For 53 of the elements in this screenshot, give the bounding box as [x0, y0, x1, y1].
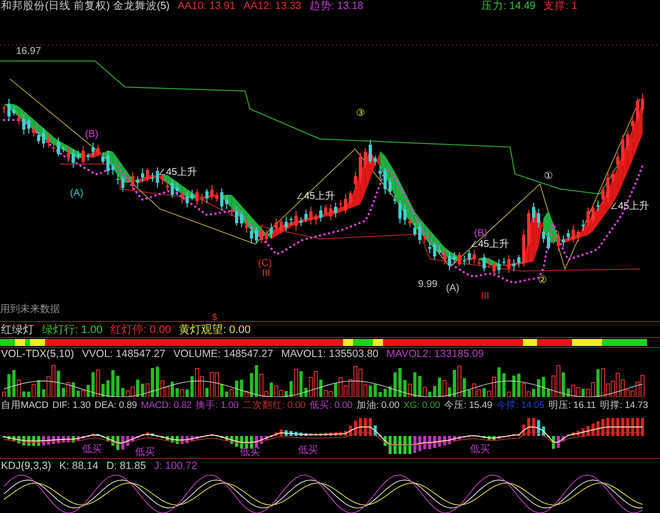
indicator-readout: DIF: 1.30 [52, 399, 91, 412]
dollar-marker: $ [212, 312, 218, 322]
indicator-readout: VVOL: 148547.27 [82, 348, 166, 361]
indicator-readout: 支撑: 1 [544, 0, 578, 13]
indicator-readout: MAVOL1: 135503.80 [281, 348, 379, 361]
chart-label: (C) [258, 258, 272, 269]
indicator-readout: 趋势: 13.18 [309, 0, 364, 13]
indicator-readout: 今撑: 14.05 [496, 399, 544, 412]
price-label: 16.97 [16, 46, 42, 57]
chart-label: (B) [85, 129, 98, 140]
chart-label: ∠45上升 [610, 201, 650, 212]
chart-label: 低买 [135, 447, 155, 458]
chart-label: (A) [446, 283, 460, 294]
indicator-readout: MACD: 0.82 [140, 399, 192, 412]
indicator-readout: 明压: 16.11 [548, 399, 596, 412]
indicator-readout: MAVOL2: 133185.09 [386, 348, 484, 361]
indicator-readout: 低买: 0.00 [309, 399, 352, 412]
indicator-readout: 明撑: 14.73 [600, 399, 648, 412]
indicator-readout: DEA: 0.89 [94, 399, 137, 412]
chart-label: 低买 [298, 445, 318, 456]
chart-label: ③ [356, 108, 365, 119]
chart-label: (A) [70, 188, 84, 199]
indicator-readout: K: 88.14 [59, 460, 98, 473]
indicator-readout: 绿灯行: 1.00 [42, 323, 103, 337]
chart-label: III [481, 291, 490, 302]
chart-label: ② [538, 275, 547, 286]
indicator-readout: AA12: 13.33 [243, 0, 302, 13]
indicator-readout: 擒手: 1.00 [196, 399, 239, 412]
indicator-readout: J: 100.72 [154, 460, 198, 473]
chart-label: 低买 [82, 444, 102, 455]
chart-label: 低买 [240, 447, 260, 458]
indicator-readout: 黄灯观望: 0.00 [179, 323, 251, 337]
indicator-readout: 压力: 14.49 [481, 0, 536, 13]
panel-title: KDJ(9,3,3) [1, 460, 52, 473]
indicator-readout: D: 81.85 [106, 460, 146, 473]
panel-title: VOL-TDX(5,10) [1, 348, 74, 361]
chart-label: ∠45上升 [158, 167, 198, 178]
chart-label: 低买 [470, 444, 490, 455]
chart-label: (B) [474, 228, 488, 239]
warning-note: 用到未来数据 [0, 304, 60, 315]
indicator-readout: 今压: 15.49 [444, 399, 492, 412]
chart-label: III [262, 268, 270, 279]
chart-label: ① [544, 171, 553, 182]
indicator-readout: XG: 0.00 [403, 399, 440, 412]
indicator-readout: 红灯停: 0.00 [110, 323, 172, 337]
indicator-readout: VOLUME: 148547.27 [173, 348, 274, 361]
panel-title: 自用MACD [1, 399, 48, 412]
chart-label: 9.99 [418, 279, 438, 290]
indicator-readout: AA10: 13.91 [178, 0, 236, 13]
indicator-readout: 加油: 0.00 [356, 399, 400, 412]
indicator-readout: 二次翻红: 0.00 [242, 399, 306, 412]
panel-title: 红绿灯 [1, 323, 34, 337]
chart-title: 和邦股份(日线 前复权) 金龙舞波(5) [1, 0, 170, 13]
